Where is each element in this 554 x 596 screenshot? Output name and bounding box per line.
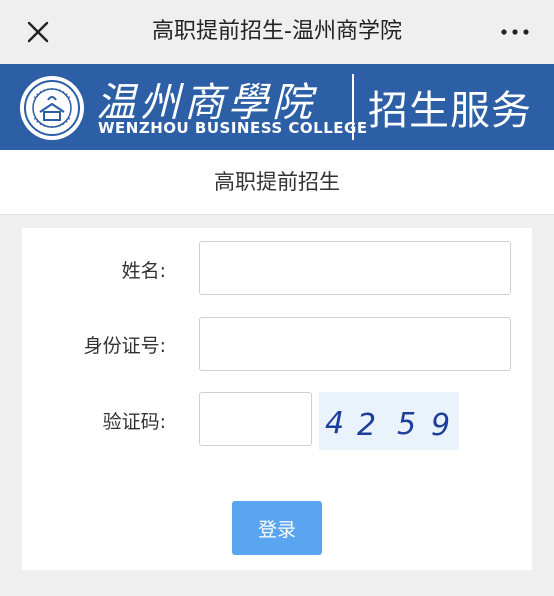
top-bar: 高职提前招生-温州商学院 [0, 0, 554, 64]
banner-divider [352, 74, 354, 140]
section-title: 高职提前招生 [0, 150, 554, 215]
id-number-label: 身份证号: [83, 335, 166, 357]
name-label: 姓名: [121, 260, 166, 282]
captcha-char: 4 [325, 406, 344, 441]
admission-service-title: 招生服务 [368, 88, 532, 134]
name-input[interactable] [199, 241, 511, 295]
page-title: 高职提前招生-温州商学院 [152, 19, 402, 44]
captcha-input[interactable] [199, 392, 312, 446]
captcha-image[interactable]: 4259 [319, 392, 459, 450]
captcha-glyphs: 4259 [325, 406, 450, 443]
captcha-char: 9 [431, 408, 450, 443]
close-button[interactable] [22, 16, 54, 48]
id-number-input[interactable] [199, 317, 511, 371]
captcha-code: 4259 [325, 406, 450, 443]
more-options-button[interactable] [498, 16, 532, 48]
close-icon [27, 21, 49, 43]
captcha-label: 验证码: [102, 411, 166, 433]
college-banner: 温州商學院 WENZHOU BUSINESS COLLEGE 招生服务 [0, 64, 554, 150]
captcha-char: 2 [357, 408, 376, 443]
more-dots-icon [501, 29, 529, 35]
college-emblem-icon [20, 76, 84, 140]
college-english-name: WENZHOU BUSINESS COLLEGE [98, 119, 368, 137]
captcha-char: 5 [397, 407, 416, 442]
login-button[interactable]: 登录 [232, 501, 322, 555]
login-form: 姓名: 身份证号: 验证码: 4259 登录 [22, 228, 532, 570]
